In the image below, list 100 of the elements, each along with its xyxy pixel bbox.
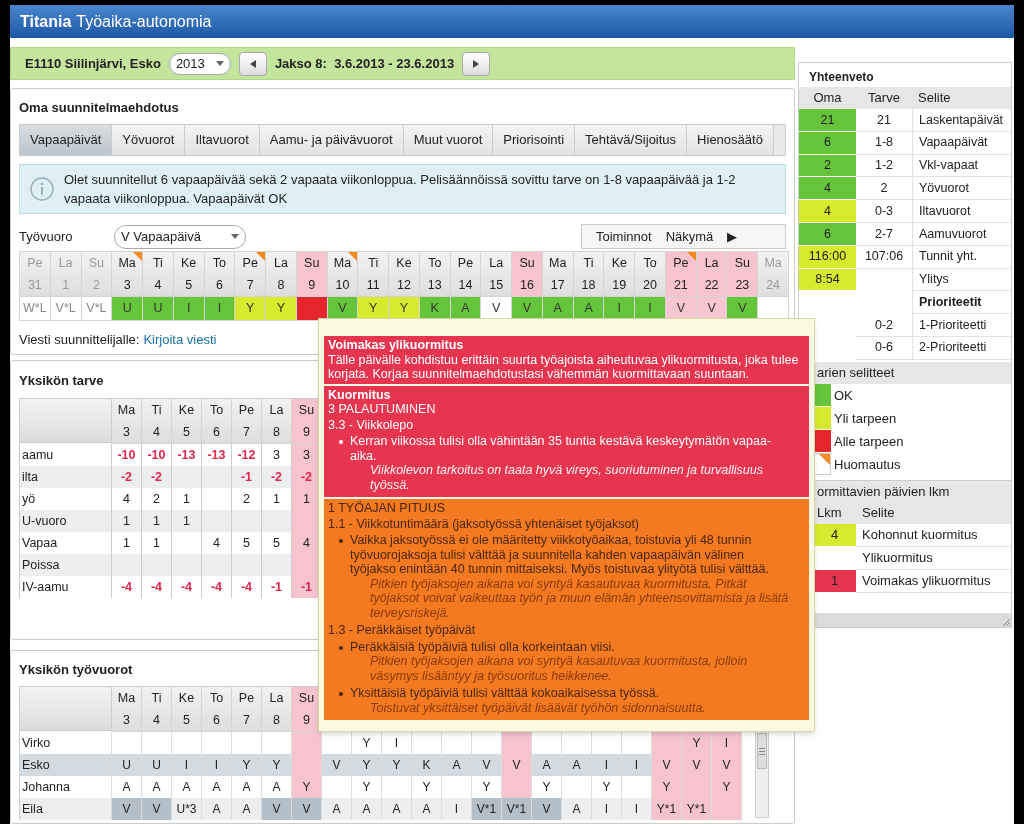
shift-cell[interactable]: Y <box>682 732 712 754</box>
shift-cell[interactable]: A <box>412 798 442 820</box>
actions-menu[interactable]: Toiminnot <box>596 226 652 247</box>
shift-cell[interactable]: A <box>202 798 232 820</box>
shift-cell[interactable]: A <box>382 798 412 820</box>
employee-row-label[interactable]: Virko <box>20 732 112 754</box>
play-button[interactable]: ▶ <box>727 226 738 247</box>
shift-cell[interactable]: A <box>562 754 592 776</box>
shift-cell[interactable]: Y <box>712 776 742 798</box>
shift-cell[interactable]: I <box>712 732 742 754</box>
employee-row-label[interactable]: Esko <box>20 754 112 776</box>
field-label: Työvuoro <box>19 227 74 246</box>
scrollbar[interactable] <box>755 730 769 818</box>
tab[interactable]: Priorisointi <box>493 124 576 155</box>
shift-cell[interactable]: U*3 <box>172 798 202 820</box>
shift-cell[interactable]: I <box>592 754 622 776</box>
day-number: 9 <box>308 276 316 294</box>
shift-cell[interactable]: V <box>652 754 682 776</box>
shift-cell[interactable]: Y*1 <box>682 798 712 820</box>
previous-period-button[interactable] <box>238 51 267 76</box>
row-label: Vapaa <box>20 532 112 554</box>
day-number: 8 <box>273 712 280 729</box>
shift-cell[interactable]: V <box>682 754 712 776</box>
shift-cell[interactable]: Y <box>352 754 382 776</box>
employee-row-label[interactable]: Johanna <box>20 776 112 798</box>
shift-cell[interactable]: V <box>322 754 352 776</box>
weekday-label: Pe <box>238 402 255 419</box>
tab[interactable]: Yövuorot <box>112 124 186 155</box>
view-menu[interactable]: Näkymä <box>665 226 714 247</box>
shift-cell[interactable]: I <box>202 754 232 776</box>
rule-subheading: 3.3 - Viikkolepo <box>328 417 415 432</box>
shift-cell[interactable]: I <box>592 798 622 820</box>
shift-cell[interactable]: V <box>112 798 142 820</box>
shift-select[interactable]: V Vapaapäivä <box>114 224 246 249</box>
day-number: 2 <box>92 276 100 294</box>
shift-cell[interactable]: A <box>352 798 382 820</box>
shift-cell[interactable]: U <box>112 296 144 321</box>
shift-cell[interactable]: V <box>292 798 322 820</box>
shift-cell[interactable] <box>712 798 742 820</box>
shift-cell[interactable]: V <box>502 754 532 776</box>
app-name: Titania <box>20 11 72 32</box>
shift-cell[interactable]: Y <box>292 776 322 798</box>
shift-cell[interactable]: Y*1 <box>652 798 682 820</box>
shift-cell[interactable]: A <box>442 754 472 776</box>
shift-cell[interactable]: I <box>172 754 202 776</box>
day-number: 17 <box>550 276 565 294</box>
shift-cell[interactable]: A <box>232 798 262 820</box>
shift-cell[interactable]: A <box>322 798 352 820</box>
shift-cell[interactable]: Y <box>235 296 267 321</box>
shift-cell[interactable]: Y <box>262 754 292 776</box>
description-cell: Laskentapäivät <box>912 109 1011 132</box>
row-label: Poissa <box>20 554 112 576</box>
shift-cell[interactable]: Y <box>652 776 682 798</box>
shift-cell[interactable]: I <box>622 754 652 776</box>
tab[interactable]: Vapaapäivät <box>20 124 113 155</box>
employee-row-label[interactable]: Eila <box>20 798 112 820</box>
weekday-label: Pe <box>238 690 255 707</box>
shift-cell[interactable]: V <box>262 798 292 820</box>
panel-title: Oma suunnitelmaehdotus <box>18 99 180 117</box>
weekday-label: Ma <box>549 254 567 272</box>
tab[interactable]: Muut vuorot <box>403 124 494 155</box>
shift-cell[interactable]: W*L <box>20 296 51 321</box>
tab[interactable]: Aamu- ja päivävuorot <box>259 124 404 155</box>
year-select[interactable]: 2013 <box>168 52 231 75</box>
day-number: 24 <box>766 276 781 294</box>
shift-cell[interactable]: V <box>142 798 172 820</box>
resize-grip-icon[interactable] <box>1001 617 1011 627</box>
tab[interactable]: Tehtävä/Sijoitus <box>575 124 688 155</box>
weekday-label: Ma <box>333 254 352 272</box>
shift-cell[interactable]: U <box>112 754 142 776</box>
column-header: Selite <box>912 87 1011 109</box>
description-cell: 2-Prioriteetti <box>912 336 1011 360</box>
bullet-icon <box>339 645 343 650</box>
shift-cell[interactable]: A <box>562 798 592 820</box>
need-cell: 1 <box>112 510 142 532</box>
shift-cell[interactable]: U <box>143 296 174 321</box>
shift-cell[interactable]: V <box>712 754 742 776</box>
shift-cell[interactable]: Y <box>232 754 262 776</box>
shift-cell[interactable]: Y <box>266 296 297 321</box>
shift-cell[interactable]: V <box>532 798 562 820</box>
shift-cell[interactable]: I <box>622 798 652 820</box>
shift-cell[interactable]: U <box>142 754 172 776</box>
shift-cell[interactable]: Y <box>382 754 412 776</box>
next-period-button[interactable] <box>462 51 491 76</box>
need-value-cell: 1-8 <box>856 131 912 155</box>
tab[interactable]: Hienosäätö <box>687 124 774 155</box>
shift-cell[interactable]: V*1 <box>502 798 532 820</box>
section-title: ormittavien päivien lkm <box>817 483 950 499</box>
shift-cell[interactable] <box>502 776 532 798</box>
shift-cell[interactable] <box>292 732 322 754</box>
shift-cell[interactable] <box>652 732 682 754</box>
need-cell: -2 <box>142 466 172 488</box>
shift-cell[interactable]: A <box>532 754 562 776</box>
shift-cell[interactable]: V <box>472 754 502 776</box>
write-message-link[interactable]: Kirjoita viesti <box>143 329 217 349</box>
shift-cell[interactable]: V*1 <box>472 798 502 820</box>
shift-cell[interactable] <box>502 732 532 754</box>
tab[interactable]: Iltavuorot <box>185 124 260 155</box>
shift-cell[interactable]: K <box>412 754 442 776</box>
shift-cell[interactable]: I <box>442 798 472 820</box>
